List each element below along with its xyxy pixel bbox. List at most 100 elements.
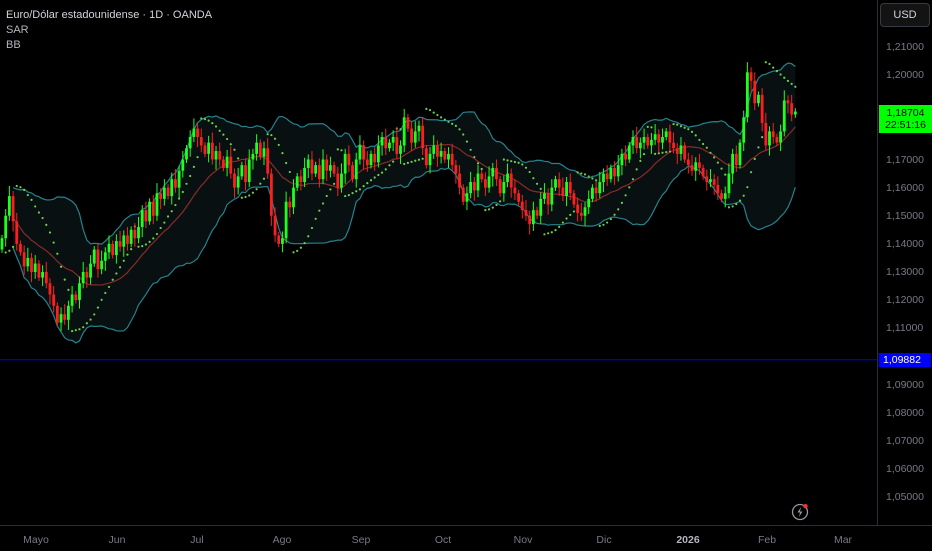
sar-dot [484,209,487,212]
candle-body [683,145,687,160]
sar-dot [583,173,587,176]
sar-dot [742,194,745,197]
sar-dot [665,151,668,154]
sar-dot [506,159,509,162]
sar-dot [532,177,535,180]
sar-dot [403,162,406,166]
candle-body [443,151,447,160]
candle-body [701,167,705,177]
sar-dot [196,156,199,159]
candle-body [760,94,764,123]
currency-button[interactable]: USD [880,3,930,27]
sar-dot [724,173,727,176]
price-tick: 1,17000 [886,153,924,166]
candle-body [705,176,709,182]
candle-body [185,148,188,160]
candle-body [690,165,694,171]
candle-body [4,215,8,239]
sar-dot [727,206,731,209]
candle [745,62,749,123]
candle-body [745,72,749,118]
candle-body [620,153,624,166]
candle-body [646,137,650,146]
sar-dot [399,128,402,131]
sar-dot [41,216,44,220]
candle-body [44,272,48,284]
candle-body [96,249,100,270]
sar-dot [30,198,33,201]
candle-body [384,137,388,149]
sar-dot [672,122,675,126]
price-chart[interactable] [0,0,877,525]
sar-dot [52,241,55,244]
candle-body [48,283,52,295]
candle-body [661,137,664,143]
sar-dot [458,128,461,131]
indicator-bb-label[interactable]: BB [6,38,212,53]
candle-body [81,272,85,284]
sar-dot [694,134,697,137]
sar-dot [192,165,195,168]
candle-body [137,227,140,239]
candle-body [111,243,115,256]
sar-dot [126,253,129,256]
candle-body [37,263,41,278]
candle-body [63,314,67,320]
candle-body [410,128,413,143]
sar-dot [318,209,321,212]
sar-dot [74,329,77,332]
sar-dot [380,171,384,174]
time-axis[interactable]: Mayo Jun Jul Ago Sep Oct Nov Dic 2026 Feb Mar [0,525,932,551]
candle-body [19,243,22,253]
sar-dot [388,164,391,167]
candle-body [635,137,639,149]
candle [4,209,8,247]
time-tick: Nov [513,534,533,546]
lightning-icon[interactable] [791,503,809,521]
symbol-title[interactable]: Euro/Dólar estadounidense · 1D · OANDA [6,8,212,23]
candle-body [723,193,727,199]
sar-dot [366,181,369,185]
sar-dot [535,182,539,185]
indicator-sar-label[interactable]: SAR [6,23,212,38]
sar-dot [469,148,472,151]
sar-dot [440,116,443,119]
candle-body [557,179,561,188]
sar-dot [19,186,22,189]
sar-dot [676,123,679,126]
time-tick: Mayo [23,534,49,546]
candle-body [262,148,266,157]
sar-dot [288,170,291,174]
sar-dot [137,245,140,248]
candle [155,183,159,221]
time-tick: Ago [272,534,292,546]
candle-body [199,137,203,146]
candle-body [225,156,229,168]
sar-dot [384,168,387,171]
sar-dot [646,125,649,128]
sar-dot [654,152,657,155]
candle-body [347,153,351,166]
sar-dot [104,291,107,295]
candle-body [391,137,395,143]
candle-body [114,241,118,256]
candle-body [528,215,532,225]
candle-body [41,272,44,278]
candle [269,168,273,226]
candle-body [793,111,797,115]
sar-dot [436,113,439,117]
sar-dot [642,152,646,156]
sar-dot [96,306,100,309]
candle-body [74,294,78,301]
candle-body [782,100,786,132]
candle-body [325,159,329,171]
sar-dot [369,179,373,182]
price-axis[interactable]: 1,05000 1,06000 1,07000 1,08000 1,09000 1,110… [877,0,932,525]
sar-dot [772,66,775,69]
candle-body [576,204,580,213]
candle-body [653,134,657,140]
candle-body [317,165,321,180]
candle-body [277,235,281,244]
candle-body [288,201,292,208]
sar-dot [775,70,779,73]
